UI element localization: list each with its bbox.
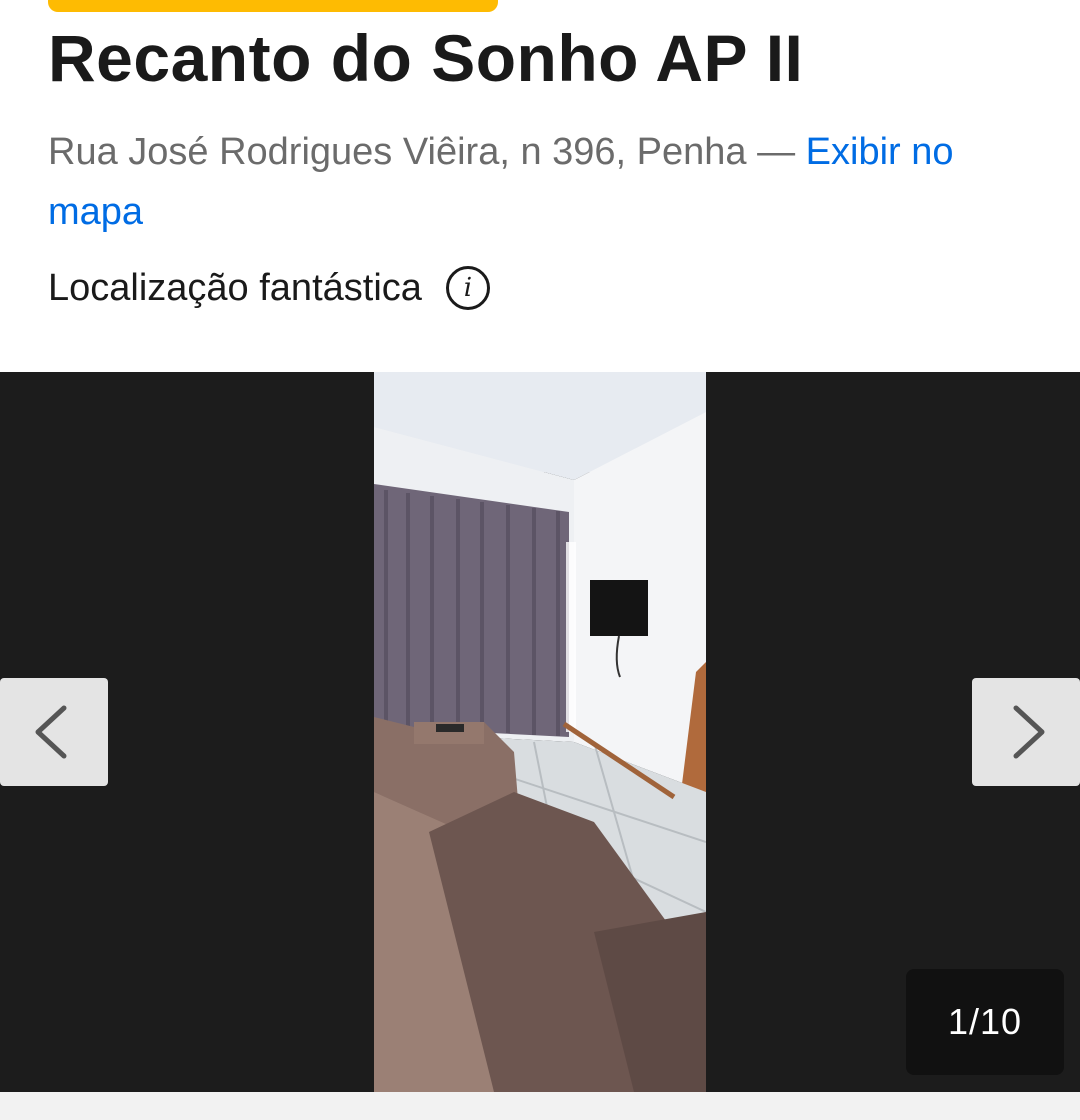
chevron-right-icon <box>1013 705 1045 759</box>
top-badge <box>48 0 498 12</box>
photo-counter: 1/10 <box>906 969 1064 1075</box>
bottom-divider <box>0 1092 1080 1120</box>
property-title: Recanto do Sonho AP II <box>48 21 804 95</box>
location-rating-label: Localização fantástica <box>48 266 422 309</box>
info-icon[interactable]: i <box>445 266 490 310</box>
address-separator: — <box>746 131 806 173</box>
next-photo-button[interactable] <box>972 678 1080 786</box>
photo-gallery[interactable]: 1/10 <box>0 372 1080 1092</box>
address-line: Rua José Rodrigues Viêira, n 396, Penha … <box>48 122 1038 242</box>
previous-photo-button[interactable] <box>0 678 108 786</box>
address-text: Rua José Rodrigues Viêira, n 396, Penha <box>48 131 747 173</box>
chevron-left-icon <box>35 705 67 759</box>
gallery-photo <box>374 372 706 1092</box>
location-rating-row: Localização fantástica i <box>48 266 490 310</box>
